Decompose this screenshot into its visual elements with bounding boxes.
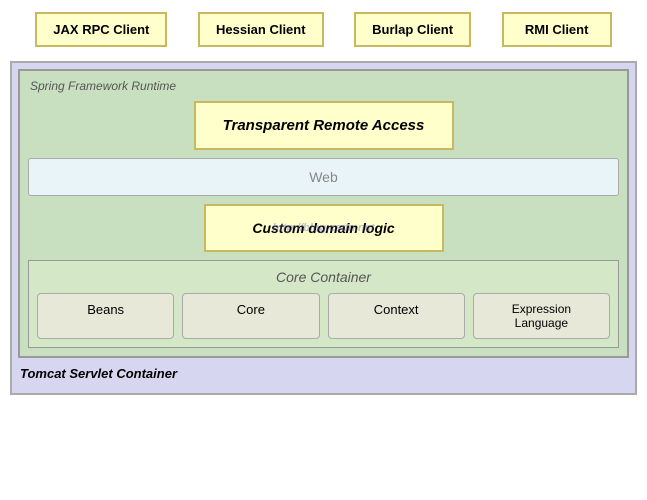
spring-framework-runtime: Spring Framework Runtime Transparent Rem… [18,69,629,358]
jax-rpc-client-box: JAX RPC Client [35,12,167,47]
beans-label: Beans [87,302,124,317]
context-label: Context [374,302,419,317]
tomcat-servlet-container: Spring Framework Runtime Transparent Rem… [10,61,637,395]
core-items-row: Beans Core Context ExpressionLanguage [37,293,610,339]
client-boxes-row: JAX RPC Client Hessian Client Burlap Cli… [0,0,647,57]
transparent-remote-access-label: Transparent Remote Access [223,117,425,134]
expression-language-label: ExpressionLanguage [512,302,571,330]
web-box: Web [28,158,619,196]
burlap-client-box: Burlap Client [354,12,471,47]
hessian-client-label: Hessian Client [216,22,306,37]
context-item: Context [328,293,465,339]
rmi-client-label: RMI Client [525,22,589,37]
transparent-remote-access-box: Transparent Remote Access [194,101,454,150]
tomcat-label: Tomcat Servlet Container [18,364,629,387]
core-label: Core [237,302,265,317]
beans-item: Beans [37,293,174,339]
jax-rpc-client-label: JAX RPC Client [53,22,149,37]
rmi-client-box: RMI Client [502,12,612,47]
custom-domain-logic-label: Custom domain logic [252,220,394,236]
core-item: Core [182,293,319,339]
hessian-client-box: Hessian Client [198,12,324,47]
expression-language-item: ExpressionLanguage [473,293,610,339]
core-container-label: Core Container [37,269,610,285]
custom-domain-logic-box: http://blog.csdn.net Custom domain logic [204,204,444,252]
burlap-client-label: Burlap Client [372,22,453,37]
core-container-section: Core Container Beans Core Context Expres… [28,260,619,348]
web-label: Web [309,169,338,185]
spring-framework-label: Spring Framework Runtime [28,79,619,93]
